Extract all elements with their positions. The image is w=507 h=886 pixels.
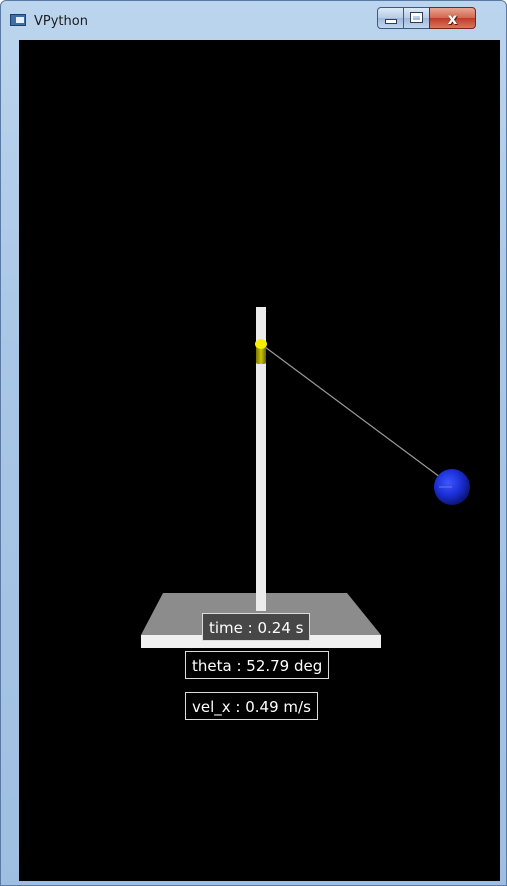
window-title: VPython [34, 14, 88, 29]
maximize-icon [411, 13, 422, 22]
close-button[interactable]: x [429, 7, 476, 29]
maximize-button[interactable] [403, 7, 430, 29]
pendulum-string [260, 343, 453, 487]
theta-label: theta : 52.79 deg [185, 651, 330, 679]
vel-x-label: vel_x : 0.49 m/s [185, 692, 318, 720]
minimize-icon [386, 20, 396, 23]
pendulum-scene [141, 307, 470, 648]
time-label: time : 0.24 s [202, 613, 311, 641]
minimize-button[interactable] [377, 7, 404, 29]
pivot-cap [255, 339, 267, 349]
3d-scene-canvas[interactable]: time : 0.24 s theta : 52.79 deg vel_x : … [19, 40, 500, 881]
title-bar[interactable]: VPython x [1, 1, 506, 39]
close-icon: x [447, 10, 458, 28]
vpython-window: VPython x time: 0.24 s theta: 52.79 de… [0, 0, 507, 886]
app-window-icon[interactable] [10, 14, 26, 26]
